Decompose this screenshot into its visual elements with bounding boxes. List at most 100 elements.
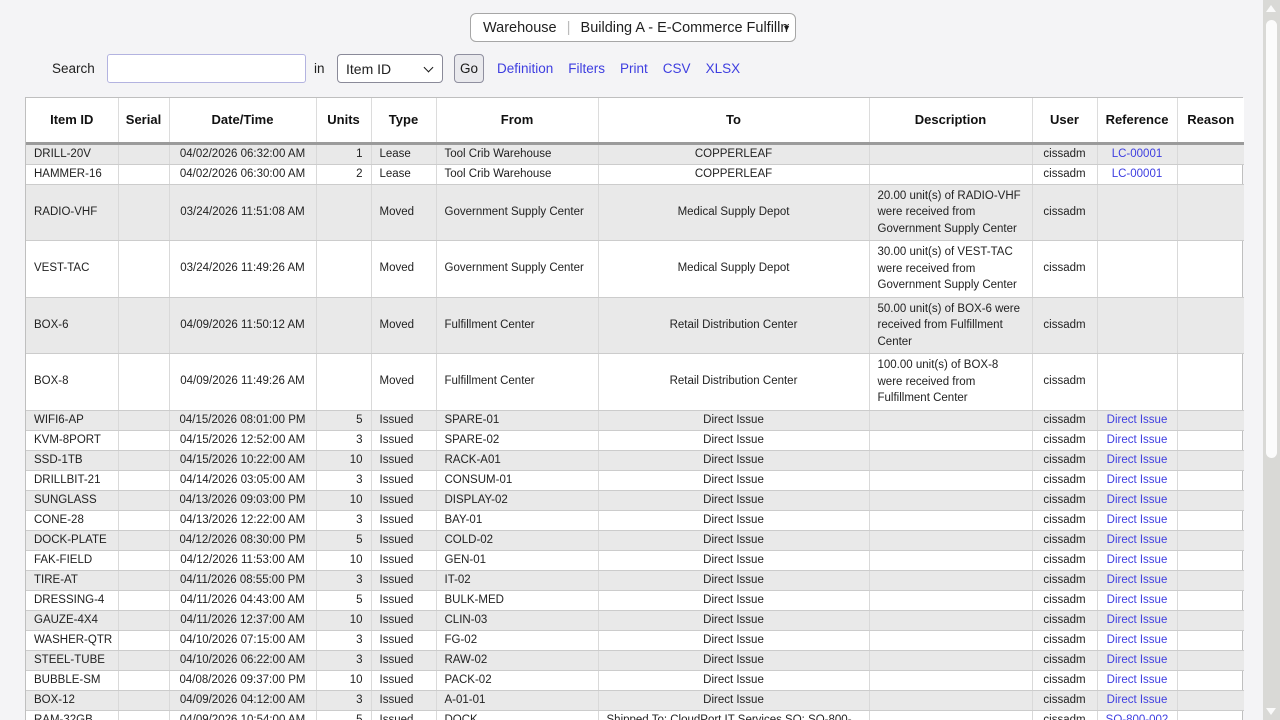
cell-item-id: VEST-TAC — [26, 241, 118, 298]
cell-description — [869, 164, 1032, 184]
cell-user: cissadm — [1032, 241, 1097, 298]
reference-link[interactable]: SO-800-002 — [1106, 714, 1169, 720]
cell-reference: LC-00001 — [1097, 143, 1177, 164]
cell-reference: Direct Issue — [1097, 650, 1177, 670]
cell-type: Issued — [371, 530, 436, 550]
cell-from: Fulfillment Center — [436, 297, 598, 354]
reference-link[interactable]: Direct Issue — [1107, 554, 1168, 566]
cell-to: COPPERLEAF — [598, 143, 869, 164]
scroll-down-icon[interactable] — [1266, 708, 1276, 715]
cell-type: Lease — [371, 143, 436, 164]
scrollbar-thumb[interactable] — [1266, 20, 1277, 458]
reference-link[interactable]: LC-00001 — [1112, 168, 1163, 180]
xlsx-link[interactable]: XLSX — [706, 61, 741, 76]
scroll-up-icon[interactable] — [1266, 5, 1276, 12]
reference-link[interactable]: Direct Issue — [1107, 674, 1168, 686]
warehouse-selector[interactable]: Warehouse | Building A - E-Commerce Fulf… — [470, 13, 796, 42]
reference-link[interactable]: Direct Issue — [1107, 594, 1168, 606]
cell-type: Issued — [371, 550, 436, 570]
cell-datetime: 04/15/2026 10:22:00 AM — [169, 450, 316, 470]
transactions-table: Item ID Serial Date/Time Units Type From… — [25, 97, 1243, 720]
reference-link[interactable]: Direct Issue — [1107, 654, 1168, 666]
header-item-id: Item ID — [26, 98, 118, 143]
cell-datetime: 04/15/2026 08:01:00 PM — [169, 410, 316, 430]
go-button[interactable]: Go — [454, 54, 484, 83]
cell-item-id: WIFI6-AP — [26, 410, 118, 430]
cell-user: cissadm — [1032, 143, 1097, 164]
cell-type: Issued — [371, 470, 436, 490]
cell-type: Issued — [371, 670, 436, 690]
header-units: Units — [316, 98, 371, 143]
table-row: DRILL-20V04/02/2026 06:32:00 AM1LeaseToo… — [26, 143, 1244, 164]
cell-units: 5 — [316, 590, 371, 610]
cell-serial — [118, 650, 169, 670]
cell-datetime: 04/15/2026 12:52:00 AM — [169, 430, 316, 450]
reference-link[interactable]: Direct Issue — [1107, 614, 1168, 626]
cell-units: 3 — [316, 510, 371, 530]
cell-user: cissadm — [1032, 470, 1097, 490]
cell-type: Lease — [371, 164, 436, 184]
cell-type: Issued — [371, 570, 436, 590]
table-row: FAK-FIELD04/12/2026 11:53:00 AM10IssuedG… — [26, 550, 1244, 570]
cell-to: Retail Distribution Center — [598, 354, 869, 411]
cell-serial — [118, 550, 169, 570]
cell-item-id: CONE-28 — [26, 510, 118, 530]
cell-type: Issued — [371, 430, 436, 450]
cell-from: CONSUM-01 — [436, 470, 598, 490]
cell-reason — [1177, 590, 1244, 610]
cell-from: Government Supply Center — [436, 241, 598, 298]
cell-item-id: RADIO-VHF — [26, 184, 118, 241]
cell-description — [869, 450, 1032, 470]
reference-link[interactable]: Direct Issue — [1107, 494, 1168, 506]
table-row: BOX-604/09/2026 11:50:12 AMMovedFulfillm… — [26, 297, 1244, 354]
cell-reference: Direct Issue — [1097, 630, 1177, 650]
cell-reason — [1177, 241, 1244, 298]
cell-item-id: BOX-8 — [26, 354, 118, 411]
cell-to: Direct Issue — [598, 670, 869, 690]
vertical-scrollbar[interactable] — [1263, 0, 1280, 720]
reference-link[interactable]: Direct Issue — [1107, 634, 1168, 646]
cell-description: 30.00 unit(s) of VEST-TAC were received … — [869, 241, 1032, 298]
csv-link[interactable]: CSV — [663, 61, 691, 76]
reference-link[interactable]: Direct Issue — [1107, 694, 1168, 706]
print-link[interactable]: Print — [620, 61, 648, 76]
cell-datetime: 04/02/2026 06:30:00 AM — [169, 164, 316, 184]
reference-link[interactable]: LC-00001 — [1112, 148, 1163, 160]
table-row: BOX-1204/09/2026 04:12:00 AM3IssuedA-01-… — [26, 690, 1244, 710]
cell-user: cissadm — [1032, 354, 1097, 411]
definition-link[interactable]: Definition — [497, 61, 553, 76]
cell-item-id: GAUZE-4X4 — [26, 610, 118, 630]
search-input[interactable] — [107, 54, 306, 83]
cell-user: cissadm — [1032, 410, 1097, 430]
table-row: BUBBLE-SM04/08/2026 09:37:00 PM10IssuedP… — [26, 670, 1244, 690]
table-row: SUNGLASS04/13/2026 09:03:00 PM10IssuedDI… — [26, 490, 1244, 510]
cell-from: SPARE-02 — [436, 430, 598, 450]
cell-to: Direct Issue — [598, 410, 869, 430]
reference-link[interactable]: Direct Issue — [1107, 454, 1168, 466]
search-field-select[interactable]: Item ID — [337, 54, 443, 83]
cell-description — [869, 650, 1032, 670]
reference-link[interactable]: Direct Issue — [1107, 414, 1168, 426]
cell-from: Fulfillment Center — [436, 354, 598, 411]
cell-type: Moved — [371, 184, 436, 241]
reference-link[interactable]: Direct Issue — [1107, 474, 1168, 486]
cell-item-id: BUBBLE-SM — [26, 670, 118, 690]
cell-reference: Direct Issue — [1097, 670, 1177, 690]
filters-link[interactable]: Filters — [568, 61, 605, 76]
table-row: RAM-32GB04/09/2026 10:54:00 AM5IssuedDOC… — [26, 710, 1244, 720]
cell-user: cissadm — [1032, 550, 1097, 570]
cell-reason — [1177, 297, 1244, 354]
cell-units — [316, 241, 371, 298]
cell-reference: LC-00001 — [1097, 164, 1177, 184]
reference-link[interactable]: Direct Issue — [1107, 574, 1168, 586]
cell-serial — [118, 490, 169, 510]
header-reason: Reason — [1177, 98, 1244, 143]
reference-link[interactable]: Direct Issue — [1107, 534, 1168, 546]
cell-user: cissadm — [1032, 164, 1097, 184]
cell-datetime: 04/02/2026 06:32:00 AM — [169, 143, 316, 164]
reference-link[interactable]: Direct Issue — [1107, 434, 1168, 446]
cell-reason — [1177, 570, 1244, 590]
chevron-down-icon — [424, 63, 434, 73]
reference-link[interactable]: Direct Issue — [1107, 514, 1168, 526]
table-row: WASHER-QTR04/10/2026 07:15:00 AM3IssuedF… — [26, 630, 1244, 650]
